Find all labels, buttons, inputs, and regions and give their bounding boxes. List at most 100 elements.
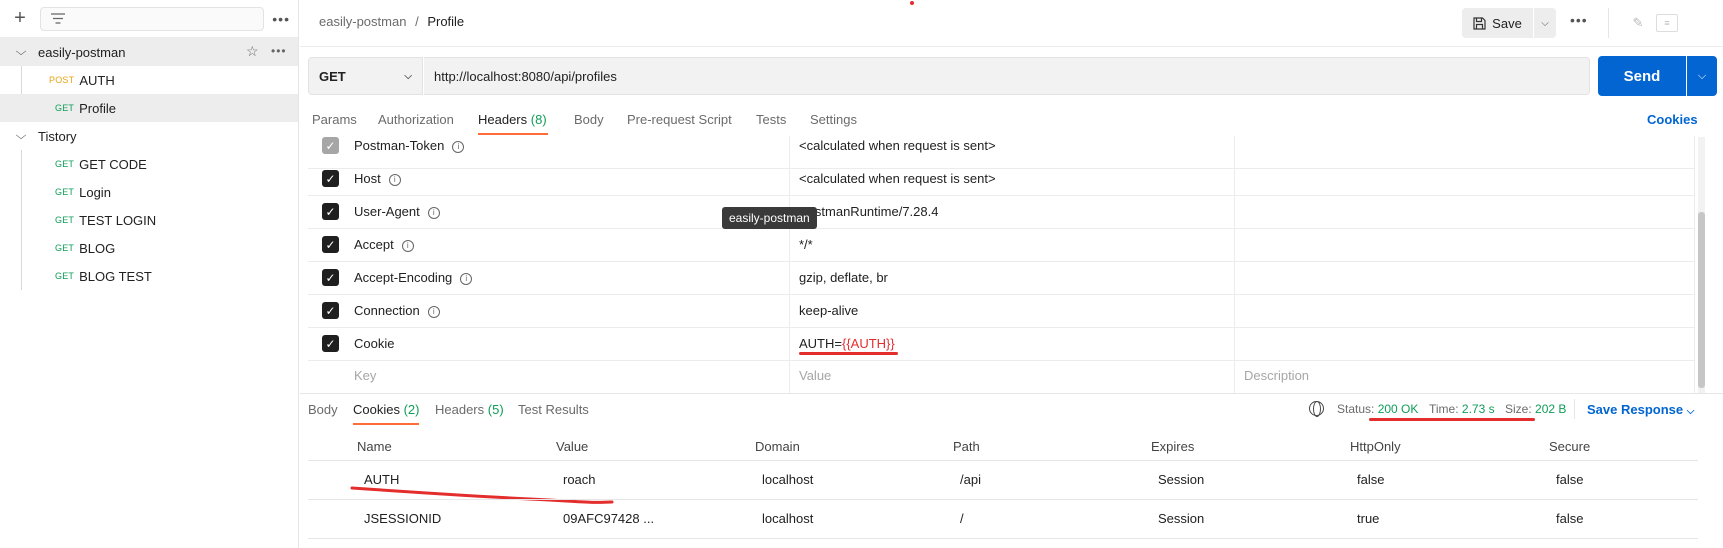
value-placeholder[interactable]: Value [799, 368, 831, 383]
info-icon[interactable]: i [427, 206, 440, 219]
time-indicator[interactable]: Time: 2.73 s [1429, 402, 1495, 416]
row-checkbox[interactable]: ✓ [322, 203, 339, 220]
more-options-icon[interactable]: ••• [1570, 12, 1588, 28]
tab-label: Cookies [353, 402, 400, 417]
cookies-link[interactable]: Cookies [1647, 112, 1698, 127]
variable-token[interactable]: {{AUTH}} [842, 336, 895, 351]
info-icon[interactable]: i [401, 239, 414, 252]
send-button[interactable]: Send [1598, 56, 1686, 96]
more-options-icon[interactable]: ••• [272, 11, 290, 27]
divider [300, 393, 1723, 394]
time-value: 2.73 s [1461, 402, 1495, 416]
chevron-down-icon[interactable]: ⌵ [12, 130, 30, 143]
header-key-text: Host [354, 171, 381, 186]
comments-icon[interactable]: ≡ [1656, 14, 1678, 32]
collection-easily-postman[interactable]: ⌵ easily-postman ☆ ••• [0, 38, 298, 66]
chevron-down-icon: ⌵ [404, 70, 412, 82]
save-label: Save [1492, 15, 1522, 31]
edit-icon[interactable]: ✎ [1625, 10, 1651, 36]
sidebar: + ••• ⌵ easily-postman ☆ ••• POST AUTH G… [0, 0, 299, 548]
tab-headers[interactable]: Headers (8) [478, 112, 547, 127]
cookie-path: / [960, 511, 964, 526]
annotation-underline [1369, 418, 1535, 421]
info-icon[interactable]: i [452, 140, 465, 153]
header-key-text: User-Agent [354, 204, 420, 219]
tab-response-cookies[interactable]: Cookies (2) [353, 402, 419, 417]
tab-pre-request-script[interactable]: Pre-request Script [627, 112, 732, 127]
star-icon[interactable]: ☆ [246, 43, 259, 60]
tab-body[interactable]: Body [574, 112, 604, 127]
tab-settings[interactable]: Settings [810, 112, 857, 127]
info-icon[interactable]: i [460, 272, 473, 285]
header-key: Accept-Encoding i [354, 270, 473, 285]
header-value[interactable]: gzip, deflate, br [799, 270, 888, 285]
request-get-code[interactable]: GET GET CODE [0, 150, 298, 178]
scrollbar-thumb[interactable] [1698, 212, 1705, 388]
cookie-expires: Session [1158, 472, 1205, 487]
cookie-value: 09AFC97428 ... [563, 511, 655, 526]
row-checkbox[interactable]: ✓ [322, 236, 339, 253]
request-blog-test[interactable]: GET BLOG TEST [0, 262, 298, 290]
status-value: 200 OK [1377, 402, 1419, 416]
method-select[interactable]: GET ⌵ [308, 57, 423, 95]
send-label: Send [1623, 67, 1661, 85]
chevron-down-icon[interactable]: ⌵ [12, 46, 30, 59]
header-key: Postman-Token i [354, 138, 465, 153]
info-icon[interactable]: i [427, 305, 440, 318]
filter-input[interactable] [39, 6, 265, 31]
cookie-domain: localhost [762, 511, 814, 526]
chevron-down-icon: ⌵ [1541, 17, 1549, 29]
annotation-underline [350, 486, 614, 504]
header-value[interactable]: <calculated when request is sent> [799, 171, 996, 186]
breadcrumb: easily-postman / Profile [319, 14, 464, 29]
more-options-icon[interactable]: ••• [271, 44, 287, 58]
column-header: Secure [1549, 439, 1591, 454]
save-dropdown-button[interactable]: ⌵ [1534, 8, 1556, 38]
header-value[interactable]: <calculated when request is sent> [799, 138, 996, 153]
cookie-httponly: true [1357, 511, 1380, 526]
save-button[interactable]: Save [1462, 8, 1533, 38]
breadcrumb-parent[interactable]: easily-postman [319, 14, 406, 29]
collection-tistory[interactable]: ⌵ Tistory [0, 122, 298, 150]
table-row-placeholder [308, 361, 1694, 394]
notification-dot [910, 1, 914, 5]
request-login[interactable]: GET Login [0, 178, 298, 206]
tab-tests[interactable]: Tests [756, 112, 786, 127]
divider [300, 46, 1723, 47]
method-badge: GET [55, 159, 75, 169]
method-badge: POST [49, 75, 75, 85]
request-auth[interactable]: POST AUTH [0, 66, 298, 94]
row-checkbox[interactable]: ✓ [322, 170, 339, 187]
row-checkbox[interactable]: ✓ [322, 269, 339, 286]
new-icon[interactable]: + [8, 7, 32, 31]
header-value[interactable]: */* [799, 237, 813, 252]
key-placeholder[interactable]: Key [354, 368, 376, 383]
header-key: Cookie [354, 336, 395, 351]
request-blog[interactable]: GET BLOG [0, 234, 298, 262]
request-test-login[interactable]: GET TEST LOGIN [0, 206, 298, 234]
globe-icon[interactable] [1309, 401, 1324, 417]
status-indicator[interactable]: Status: 200 OK [1337, 402, 1418, 416]
row-checkbox[interactable]: ✓ [322, 137, 339, 154]
tab-authorization[interactable]: Authorization [378, 112, 454, 127]
status-label: Status: [1337, 402, 1375, 416]
request-profile[interactable]: GET Profile [0, 94, 298, 122]
description-placeholder[interactable]: Description [1244, 368, 1309, 383]
tab-response-body[interactable]: Body [308, 402, 338, 417]
size-indicator[interactable]: Size: 202 B [1505, 402, 1566, 416]
header-value[interactable]: keep-alive [799, 303, 858, 318]
row-checkbox[interactable]: ✓ [322, 335, 339, 352]
tab-label: Tests [756, 112, 787, 127]
save-response-button[interactable]: Save Response ⌵ [1587, 402, 1694, 417]
send-dropdown-button[interactable]: ⌵ [1687, 56, 1717, 96]
row-checkbox[interactable]: ✓ [322, 302, 339, 319]
active-tab-indicator [478, 133, 548, 135]
info-icon[interactable]: i [388, 173, 401, 186]
header-value[interactable]: AUTH={{AUTH}} [799, 336, 895, 351]
header-value[interactable]: PostmanRuntime/7.28.4 [799, 204, 938, 219]
header-key: Host i [354, 171, 401, 186]
tab-response-headers[interactable]: Headers (5) [435, 402, 504, 417]
tab-params[interactable]: Params [312, 112, 357, 127]
url-input[interactable]: http://localhost:8080/api/profiles [424, 57, 1590, 95]
tab-test-results[interactable]: Test Results [518, 402, 589, 417]
